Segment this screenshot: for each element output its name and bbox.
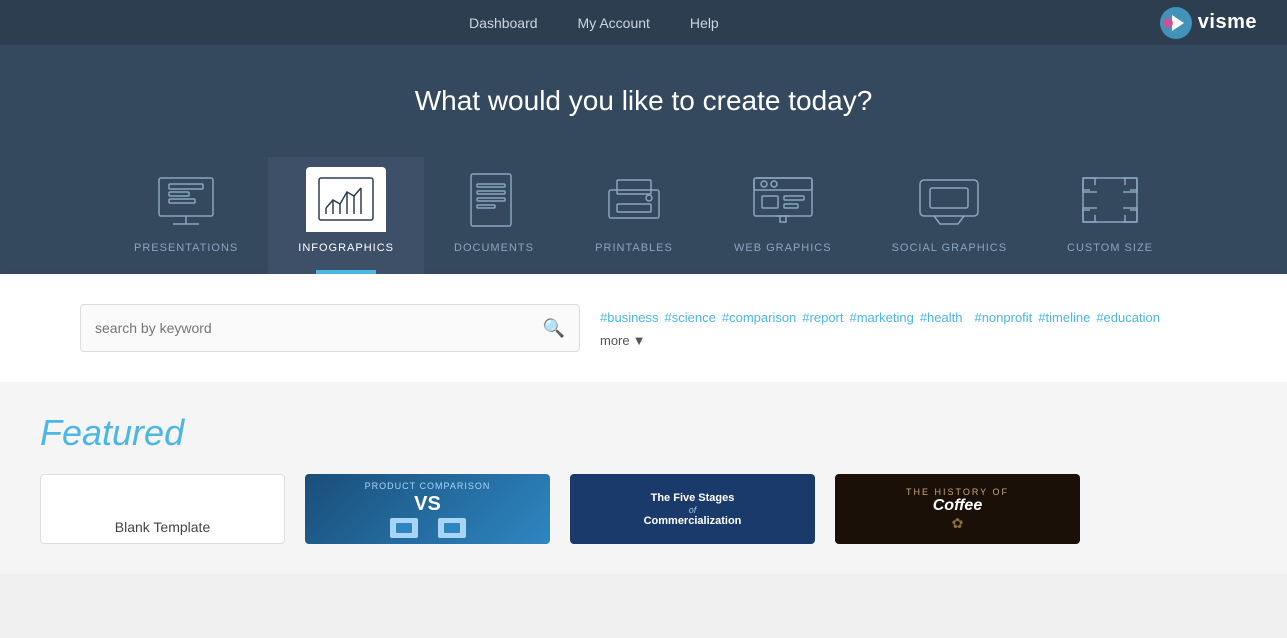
presentations-icon: [146, 167, 226, 232]
documents-label: DOCUMENTS: [454, 242, 534, 254]
tag-education[interactable]: #education: [1096, 310, 1160, 325]
tag-nonprofit[interactable]: #nonprofit: [974, 310, 1032, 325]
category-bar: PRESENTATIONS INFOGRAPHICS: [0, 147, 1287, 274]
printables-icon: [594, 167, 674, 232]
featured-title: Featured: [40, 412, 1247, 454]
tags-area: #business #science #comparison #report #…: [600, 309, 1207, 348]
tag-timeline[interactable]: #timeline: [1038, 310, 1090, 325]
search-icon: 🔍: [543, 318, 565, 339]
category-social-graphics[interactable]: SOCIAL GRAPHICS: [862, 157, 1037, 274]
main-content: Featured Blank Template PRODUCT COMPARIS…: [0, 382, 1287, 574]
tag-report[interactable]: #report: [802, 310, 843, 325]
custom-size-icon: [1070, 167, 1150, 232]
custom-size-label: CUSTOM SIZE: [1067, 242, 1153, 254]
search-box[interactable]: 🔍: [80, 304, 580, 352]
card-blank-label: Blank Template: [115, 519, 210, 535]
category-custom-size[interactable]: CUSTOM SIZE: [1037, 157, 1183, 274]
tag-comparison[interactable]: #comparison: [722, 310, 796, 325]
web-graphics-icon: [743, 167, 823, 232]
documents-icon: [454, 167, 534, 232]
logo-text: visme: [1198, 11, 1257, 34]
category-presentations[interactable]: PRESENTATIONS: [104, 157, 268, 274]
hero-section: What would you like to create today? PRE…: [0, 45, 1287, 274]
card-product-inner: PRODUCT COMPARISON VS: [365, 481, 491, 538]
infographics-icon: [306, 167, 386, 232]
category-infographics[interactable]: INFOGRAPHICS: [268, 157, 424, 274]
tag-marketing[interactable]: #marketing: [850, 310, 914, 325]
search-input[interactable]: [95, 320, 543, 336]
nav-my-account[interactable]: My Account: [578, 15, 650, 31]
infographics-label: INFOGRAPHICS: [298, 242, 394, 254]
web-graphics-label: WEB GRAPHICS: [734, 242, 832, 254]
more-tags-button[interactable]: more ▼: [600, 333, 646, 348]
navbar: Dashboard My Account Help visme: [0, 0, 1287, 45]
search-section: 🔍 #business #science #comparison #report…: [0, 274, 1287, 382]
category-documents[interactable]: DOCUMENTS: [424, 157, 564, 274]
nav-links: Dashboard My Account Help: [30, 15, 1158, 31]
presentations-label: PRESENTATIONS: [134, 242, 238, 254]
hero-title: What would you like to create today?: [0, 85, 1287, 117]
card-five-stages-inner: The Five Stages of Commercialization: [640, 487, 746, 531]
card-product-comparison[interactable]: PRODUCT COMPARISON VS: [305, 474, 550, 544]
social-graphics-label: SOCIAL GRAPHICS: [892, 242, 1007, 254]
tag-health[interactable]: #health: [920, 310, 963, 325]
tag-science[interactable]: #science: [665, 310, 716, 325]
card-history-coffee[interactable]: THE HISTORY OF Coffee ✿: [835, 474, 1080, 544]
card-five-stages[interactable]: The Five Stages of Commercialization: [570, 474, 815, 544]
card-history-inner: THE HISTORY OF Coffee ✿: [906, 487, 1009, 532]
category-printables[interactable]: PRINTABLES: [564, 157, 704, 274]
printables-label: PRINTABLES: [595, 242, 673, 254]
category-web-graphics[interactable]: WEB GRAPHICS: [704, 157, 862, 274]
nav-dashboard[interactable]: Dashboard: [469, 15, 538, 31]
tag-business[interactable]: #business: [600, 310, 659, 325]
social-graphics-icon: [909, 167, 989, 232]
logo: visme: [1158, 5, 1257, 41]
featured-cards: Blank Template PRODUCT COMPARISON VS: [40, 474, 1247, 544]
card-blank[interactable]: Blank Template: [40, 474, 285, 544]
nav-help[interactable]: Help: [690, 15, 719, 31]
